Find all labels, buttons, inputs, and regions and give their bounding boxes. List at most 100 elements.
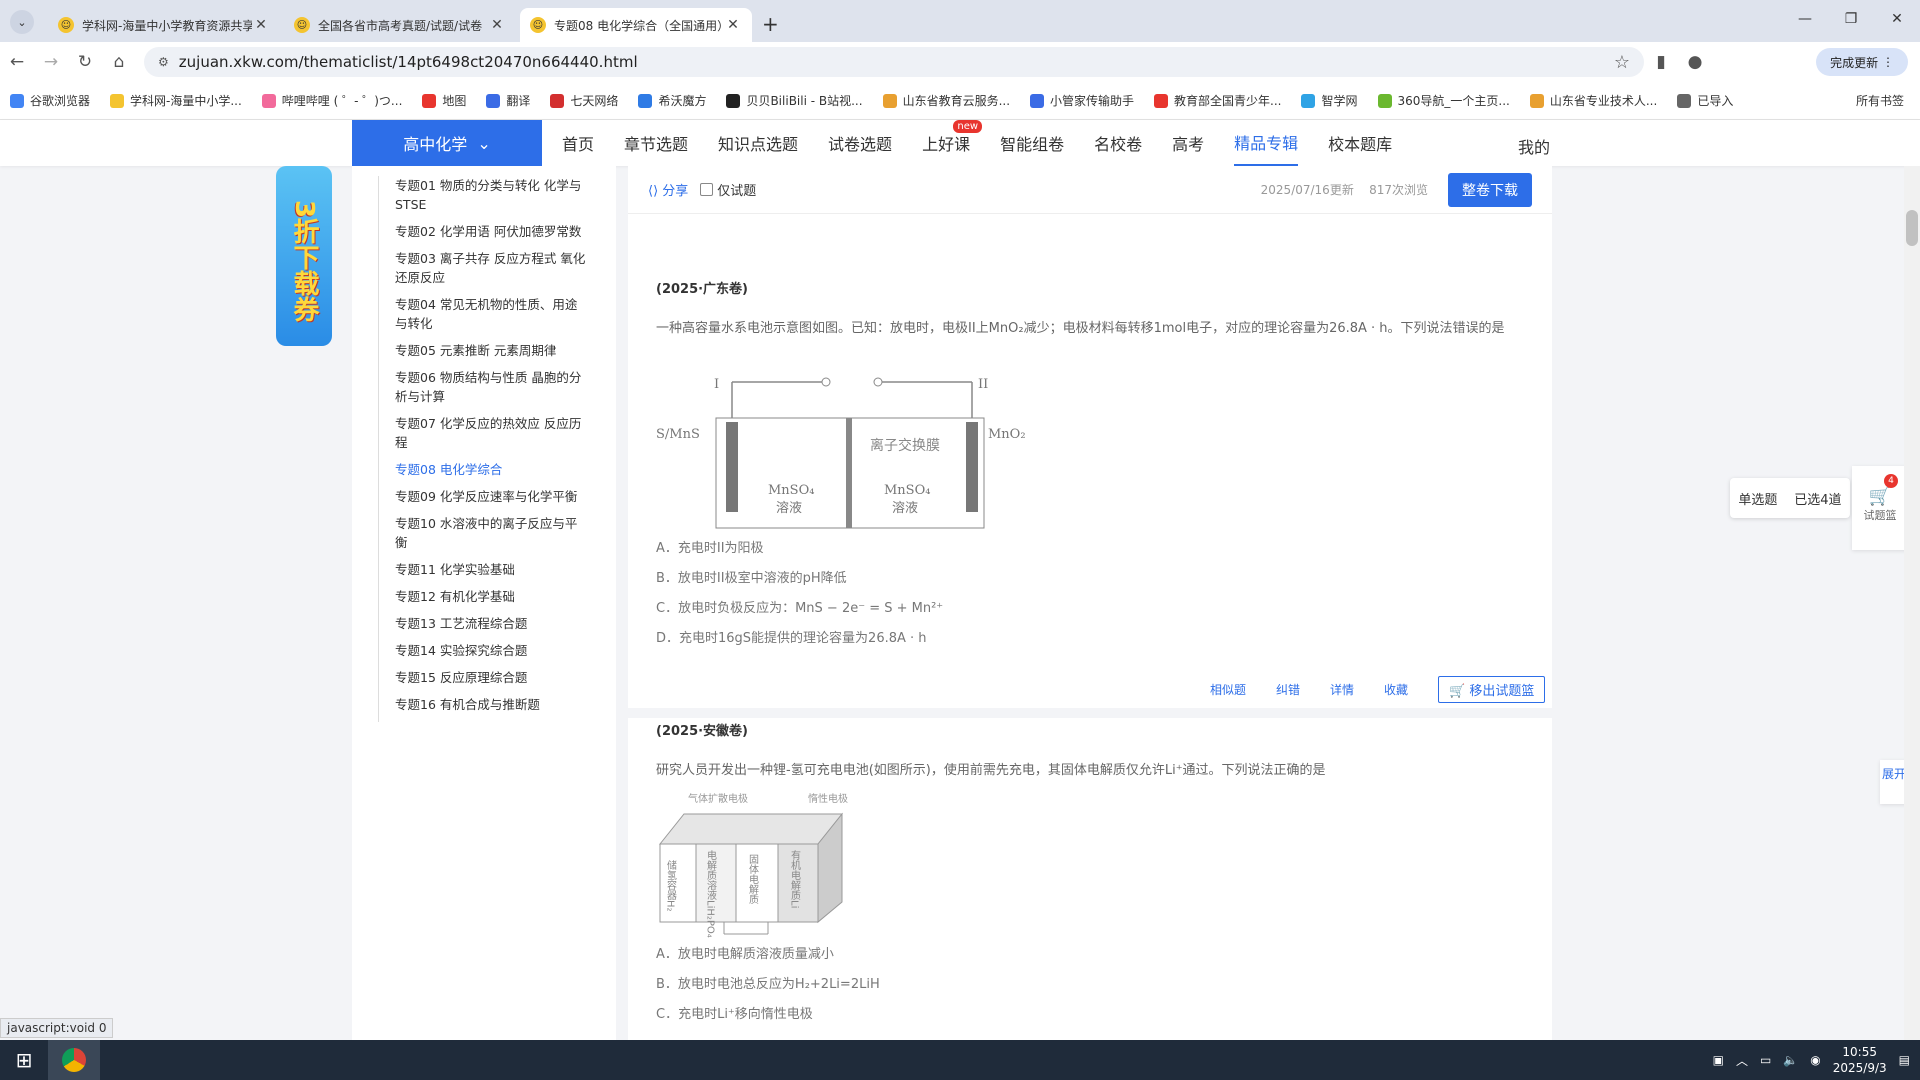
tray-app-icon-2[interactable]: ◉ <box>1810 1053 1820 1067</box>
question-1-actions: 相似题 纠错 详情 收藏 🛒 移出试题篮 <box>1210 676 1546 703</box>
nav-item[interactable]: 首页 <box>562 120 594 166</box>
share-button[interactable]: ⟨⟩ 分享 <box>648 180 688 199</box>
clock[interactable]: 10:55 2025/9/3 <box>1833 1044 1887 1076</box>
topic-item[interactable]: 专题05 元素推断 元素周期律 <box>395 341 588 360</box>
profile-icon[interactable]: ● <box>1678 52 1712 72</box>
download-paper-button[interactable]: 整卷下载 <box>1448 172 1532 207</box>
new-tab-button[interactable]: + <box>762 12 779 36</box>
update-button[interactable]: 完成更新 ⋮ <box>1816 48 1908 76</box>
site-info-icon[interactable]: ⚙ <box>158 55 169 69</box>
nav-item[interactable]: 精品专辑 <box>1234 120 1299 166</box>
tray-app-icon[interactable]: ▣ <box>1713 1053 1724 1067</box>
link-status: javascript:void 0 <box>0 1018 114 1038</box>
close-tab-icon[interactable]: ✕ <box>724 17 742 33</box>
chrome-taskbar-icon[interactable] <box>48 1040 100 1080</box>
forward-icon[interactable]: → <box>34 52 68 72</box>
page-scrollbar[interactable] <box>1904 166 1920 1040</box>
back-icon[interactable]: ← <box>0 52 34 72</box>
question-basket-button[interactable]: 4 🛒 试题篮 <box>1852 466 1908 550</box>
my-account-link[interactable]: 我的 <box>1518 134 1550 158</box>
browser-tab-2[interactable]: ☺ 全国各省市高考真题/试题/试卷 ✕ <box>284 8 516 42</box>
nav-item[interactable]: 知识点选题 <box>718 120 798 166</box>
only-questions-checkbox[interactable]: 仅试题 <box>700 180 756 199</box>
notification-icon[interactable]: ▤ <box>1899 1053 1910 1067</box>
option-b[interactable]: B．放电时电池总反应为H₂+2Li=2LiH <box>656 970 1516 1000</box>
bookmark-item[interactable]: 山东省专业技术人... <box>1529 92 1657 109</box>
question-source: (2025·广东卷) <box>656 282 749 297</box>
nav-item[interactable]: 智能组卷 <box>1000 120 1064 166</box>
option-a[interactable]: A．充电时II为阳极 <box>656 534 1516 564</box>
topic-item[interactable]: 专题09 化学反应速率与化学平衡 <box>395 487 588 506</box>
promo-coupon-banner[interactable]: 3折下载券 <box>276 166 332 346</box>
report-error-link[interactable]: 纠错 <box>1276 681 1300 698</box>
topic-item[interactable]: 专题14 实验探究综合题 <box>395 641 588 660</box>
scrollbar-thumb[interactable] <box>1906 210 1918 246</box>
topic-item[interactable]: 专题06 物质结构与性质 晶胞的分析与计算 <box>395 368 588 406</box>
topic-item[interactable]: 专题08 电化学综合 <box>395 460 588 479</box>
topic-item[interactable]: 专题12 有机化学基础 <box>395 587 588 606</box>
topic-item[interactable]: 专题01 物质的分类与转化 化学与STSE <box>395 176 588 214</box>
restore-icon[interactable]: ❐ <box>1828 0 1874 38</box>
windows-start-icon[interactable]: ⊞ <box>0 1040 48 1080</box>
topic-item[interactable]: 专题16 有机合成与推断题 <box>395 695 588 714</box>
bookmark-item[interactable]: 哔哩哔哩 ( ゜- ゜)つ... <box>261 92 402 109</box>
bookmark-item[interactable]: 贝贝BiliBili - B站视... <box>726 92 863 109</box>
tray-expand-icon[interactable]: ︿ <box>1736 1052 1748 1069</box>
network-icon[interactable]: ▭ <box>1760 1053 1771 1067</box>
paper-toolbar: ⟨⟩ 分享 仅试题 2025/07/16更新 817次浏览 整卷下载 <box>628 166 1552 214</box>
nav-item[interactable]: 高考 <box>1172 120 1204 166</box>
bookmark-item[interactable]: 谷歌浏览器 <box>10 92 90 109</box>
tab-search-button[interactable]: ⌄ <box>10 10 34 34</box>
nav-item[interactable]: 上好课 new <box>922 120 983 166</box>
nav-item[interactable]: 名校卷 <box>1094 120 1142 166</box>
bookmark-item[interactable]: 360导航_一个主页... <box>1377 92 1510 109</box>
volume-icon[interactable]: 🔈 <box>1783 1053 1798 1067</box>
bookmark-star-icon[interactable]: ☆ <box>1614 52 1630 73</box>
nav-item[interactable]: 章节选题 <box>624 120 688 166</box>
topic-item[interactable]: 专题04 常见无机物的性质、用途与转化 <box>395 295 588 333</box>
option-a[interactable]: A．放电时电解质溶液质量减小 <box>656 940 1516 970</box>
option-c[interactable]: C．充电时Li⁺移向惰性电极 <box>656 1000 1516 1030</box>
nav-item[interactable]: 试卷选题 <box>828 120 892 166</box>
minimize-icon[interactable]: — <box>1782 0 1828 38</box>
bookmark-item[interactable]: 希沃魔方 <box>638 92 706 109</box>
sidepanel-icon[interactable]: ▮ <box>1644 52 1678 72</box>
topic-item[interactable]: 专题07 化学反应的热效应 反应历程 <box>395 414 588 452</box>
close-tab-icon[interactable]: ✕ <box>488 17 506 33</box>
bookmark-item[interactable]: 翻译 <box>486 92 530 109</box>
bookmark-item[interactable]: 学科网-海量中小学... <box>110 92 242 109</box>
subject-selector[interactable]: 高中化学 ⌄ <box>352 120 542 166</box>
similar-questions-link[interactable]: 相似题 <box>1210 681 1246 698</box>
topic-item[interactable]: 专题13 工艺流程综合题 <box>395 614 588 633</box>
close-tab-icon[interactable]: ✕ <box>252 17 270 33</box>
topic-item[interactable]: 专题11 化学实验基础 <box>395 560 588 579</box>
remove-from-basket-button[interactable]: 🛒 移出试题篮 <box>1438 676 1546 703</box>
option-c[interactable]: C．放电时负极反应为：MnS − 2e⁻ = S + Mn²⁺ <box>656 594 1516 624</box>
bookmark-item[interactable]: 教育部全国青少年... <box>1154 92 1281 109</box>
bookmark-item[interactable]: 已导入 <box>1677 92 1733 109</box>
all-bookmarks-button[interactable]: 所有书签 <box>1856 92 1904 109</box>
topic-item[interactable]: 专题02 化学用语 阿伏加德罗常数 <box>395 222 588 241</box>
browser-tab-1[interactable]: ☺ 学科网-海量中小学教育资源共享 ✕ <box>48 8 280 42</box>
bookmark-item[interactable]: 小管家传输助手 <box>1030 92 1134 109</box>
home-icon[interactable]: ⌂ <box>102 52 136 72</box>
details-link[interactable]: 详情 <box>1330 681 1354 698</box>
bookmark-item[interactable]: 智学网 <box>1301 92 1358 109</box>
nav-item[interactable]: 校本题库 <box>1328 120 1392 166</box>
bookmark-item[interactable]: 山东省教育云服务... <box>882 92 1010 109</box>
reload-icon[interactable]: ↻ <box>68 52 102 72</box>
option-b[interactable]: B．放电时II极室中溶液的pH降低 <box>656 564 1516 594</box>
option-d[interactable]: D．充电时16gS能提供的理论容量为26.8A · h <box>656 624 1516 654</box>
site-header: 高中化学 ⌄ 首页 章节选题 知识点选题 试卷选题 上好课 new 智能组卷 名校卷 高考 精品专… <box>0 120 1920 166</box>
url-bar[interactable]: ⚙ zujuan.xkw.com/thematiclist/14pt6498ct… <box>144 47 1644 77</box>
question-card-1: (2025·广东卷) 一种高容量水系电池示意图如图。已知：放电时，电极II上Mn… <box>656 278 1516 342</box>
close-window-icon[interactable]: ✕ <box>1874 0 1920 38</box>
basket-summary[interactable]: 单选题 已选4道 <box>1730 478 1850 518</box>
topic-item[interactable]: 专题15 反应原理综合题 <box>395 668 588 687</box>
bookmark-item[interactable]: 七天网络 <box>550 92 618 109</box>
bookmark-item[interactable]: 地图 <box>422 92 466 109</box>
favorite-link[interactable]: 收藏 <box>1384 681 1408 698</box>
browser-tab-3[interactable]: ☺ 专题08 电化学综合（全国通用） ✕ <box>520 8 752 42</box>
topic-item[interactable]: 专题03 离子共存 反应方程式 氧化还原反应 <box>395 249 588 287</box>
topic-item[interactable]: 专题10 水溶液中的离子反应与平衡 <box>395 514 588 552</box>
